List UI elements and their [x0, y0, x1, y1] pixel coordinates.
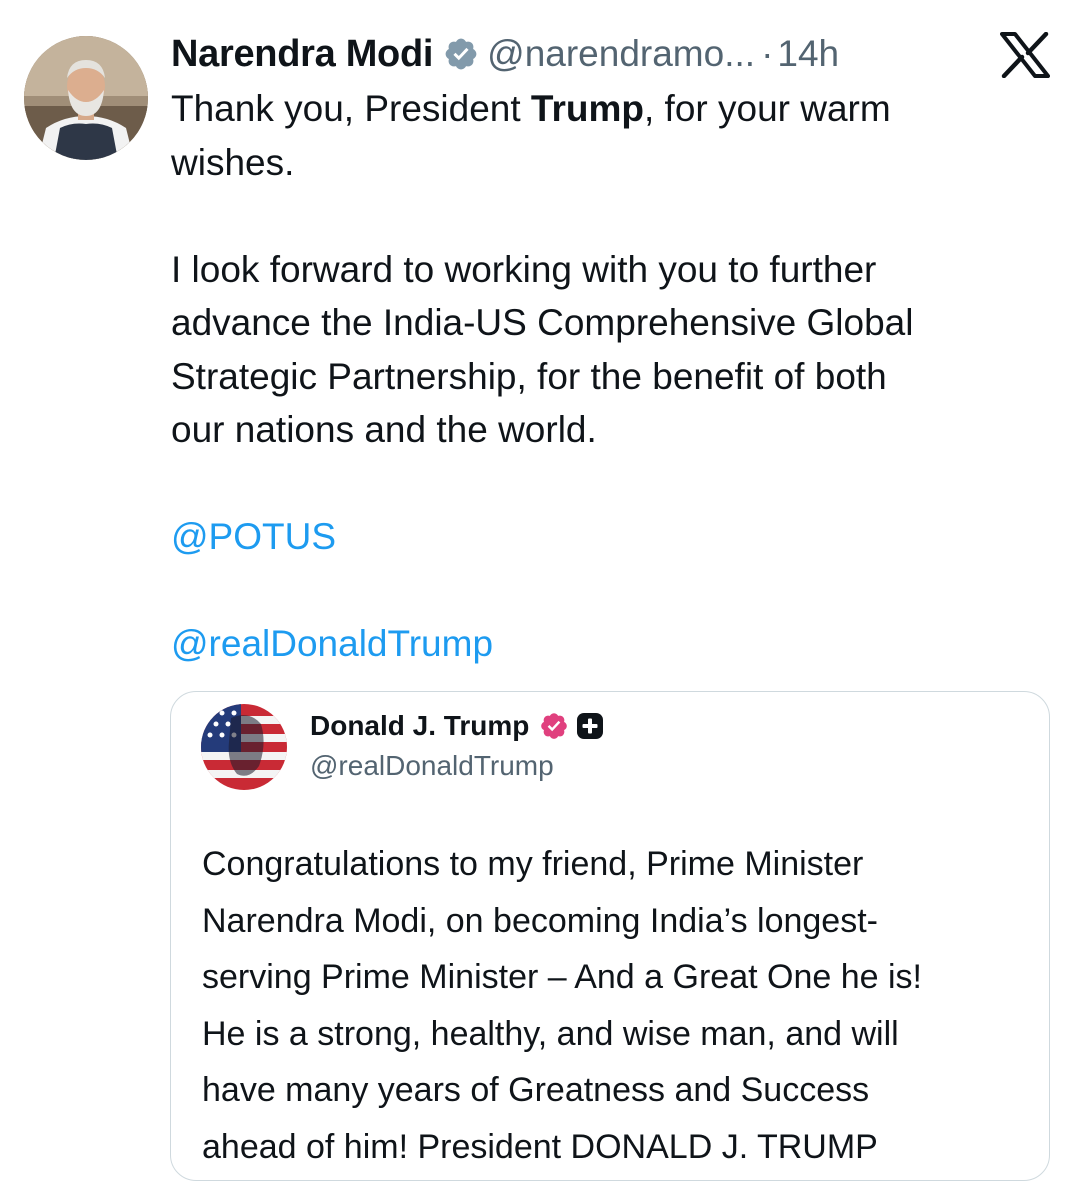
quote-line: have many years of Greatness and Success: [202, 1071, 870, 1109]
post-time[interactable]: 14h: [777, 33, 839, 75]
separator-dot: ·: [761, 33, 774, 74]
body-line: our nations and the world.: [171, 409, 597, 450]
mention-potus[interactable]: @POTUS: [171, 510, 1051, 564]
mention-realdonaldtrump[interactable]: @realDonaldTrump: [171, 617, 1051, 671]
quote-line: Congratulations to my friend, Prime Mini…: [202, 845, 864, 883]
author-avatar[interactable]: [24, 36, 148, 160]
quote-line: ahead of him! President DONALD J. TRUMP: [202, 1127, 878, 1166]
quote-author-handle[interactable]: @realDonaldTrump: [310, 750, 554, 782]
x-logo-icon: [1000, 31, 1050, 79]
bold-mention-trump: Trump: [530, 88, 644, 129]
quoted-post-card[interactable]: Donald J. Trump @realDonaldTrump Congrat…: [170, 691, 1050, 1181]
body-line: wishes.: [171, 141, 295, 183]
body-line: advance the India-US Comprehensive Globa…: [171, 302, 914, 343]
quote-line: Narendra Modi, on becoming India’s longe…: [202, 901, 878, 940]
quote-body: Congratulations to my friend, Prime Mini…: [202, 836, 1032, 1175]
quote-line: He is a strong, healthy, and wise man, a…: [202, 1014, 899, 1053]
plus-square-icon: [575, 711, 605, 741]
quote-header: Donald J. Trump: [310, 706, 605, 746]
author-handle[interactable]: @narendramo...: [487, 33, 755, 75]
body-line: Strategic Partnership, for the benefit o…: [171, 355, 887, 397]
author-name[interactable]: Narendra Modi: [171, 33, 433, 76]
pink-verified-badge-icon: [539, 711, 569, 741]
body-line: Thank you, President Trump, for your war…: [171, 88, 891, 129]
quote-author-avatar[interactable]: [201, 704, 287, 790]
quote-line: serving Prime Minister – And a Great One…: [202, 958, 922, 996]
verified-badge-icon: [443, 36, 479, 72]
post-header: Narendra Modi @narendramo... · 14h: [171, 30, 839, 78]
quote-author-name[interactable]: Donald J. Trump: [310, 710, 529, 742]
post-body: Thank you, President Trump, for your war…: [171, 82, 1051, 671]
body-line: I look forward to working with you to fu…: [171, 248, 877, 290]
